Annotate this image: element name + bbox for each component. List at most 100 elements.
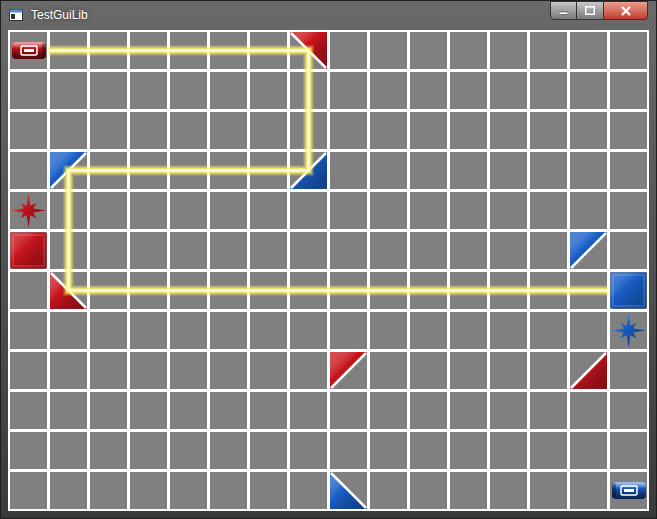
board-cell[interactable] [130, 192, 167, 229]
minimize-button[interactable] [550, 1, 577, 20]
board-cell[interactable] [90, 152, 127, 189]
board-cell[interactable] [410, 152, 447, 189]
mirror-icon[interactable] [330, 352, 367, 389]
board-cell[interactable] [610, 232, 647, 269]
board-cell[interactable] [410, 312, 447, 349]
board-cell[interactable] [410, 472, 447, 509]
board-cell[interactable] [410, 392, 447, 429]
board-cell[interactable] [170, 432, 207, 469]
board-cell[interactable] [170, 72, 207, 109]
board-cell[interactable] [250, 472, 287, 509]
board-cell[interactable] [210, 32, 247, 69]
board-cell[interactable] [130, 312, 167, 349]
board-cell[interactable] [50, 32, 87, 69]
board-cell[interactable] [250, 232, 287, 269]
board-cell[interactable] [450, 272, 487, 309]
board-cell[interactable] [570, 192, 607, 229]
board-cell[interactable] [170, 152, 207, 189]
board-cell[interactable] [370, 432, 407, 469]
board-cell[interactable] [530, 472, 567, 509]
board-cell[interactable] [570, 472, 607, 509]
board-cell[interactable] [130, 352, 167, 389]
board-cell[interactable] [410, 72, 447, 109]
board-cell[interactable] [450, 192, 487, 229]
board-cell[interactable] [410, 432, 447, 469]
board-cell[interactable] [250, 312, 287, 349]
board-cell[interactable] [370, 352, 407, 389]
board-cell[interactable] [50, 352, 87, 389]
laser-emitter-icon[interactable] [10, 32, 47, 69]
board-cell[interactable] [570, 392, 607, 429]
board-cell[interactable] [170, 272, 207, 309]
board-cell[interactable] [170, 472, 207, 509]
board-cell[interactable] [50, 72, 87, 109]
board-cell[interactable] [130, 112, 167, 149]
board-cell[interactable] [370, 32, 407, 69]
board-cell[interactable] [210, 152, 247, 189]
board-cell[interactable] [10, 32, 47, 69]
laser-emitter-icon[interactable] [610, 472, 647, 509]
board-cell[interactable] [450, 112, 487, 149]
board-cell[interactable] [290, 72, 327, 109]
board-cell[interactable] [490, 192, 527, 229]
board-cell[interactable] [250, 392, 287, 429]
board-cell[interactable] [170, 352, 207, 389]
board-cell[interactable] [370, 472, 407, 509]
board-cell[interactable] [170, 112, 207, 149]
board-cell[interactable] [330, 192, 367, 229]
board-cell[interactable] [490, 472, 527, 509]
board-cell[interactable] [170, 392, 207, 429]
board-cell[interactable] [330, 232, 367, 269]
board-cell[interactable] [10, 392, 47, 429]
mirror-icon[interactable] [570, 232, 607, 269]
board-cell[interactable] [50, 472, 87, 509]
board-cell[interactable] [250, 432, 287, 469]
board-cell[interactable] [170, 232, 207, 269]
board-cell[interactable] [210, 472, 247, 509]
board-cell[interactable] [570, 272, 607, 309]
board-cell[interactable] [450, 32, 487, 69]
board-cell[interactable] [10, 72, 47, 109]
board-cell[interactable] [290, 112, 327, 149]
mirror-icon[interactable] [570, 352, 607, 389]
board-cell[interactable] [490, 392, 527, 429]
board-cell[interactable] [130, 72, 167, 109]
board-cell[interactable] [570, 232, 607, 269]
board-cell[interactable] [610, 472, 647, 509]
board-cell[interactable] [570, 112, 607, 149]
board-cell[interactable] [370, 192, 407, 229]
board-cell[interactable] [250, 352, 287, 389]
board-cell[interactable] [530, 312, 567, 349]
board-cell[interactable] [250, 112, 287, 149]
board-cell[interactable] [50, 152, 87, 189]
board-cell[interactable] [530, 72, 567, 109]
board-cell[interactable] [530, 272, 567, 309]
board-cell[interactable] [570, 152, 607, 189]
board-cell[interactable] [170, 312, 207, 349]
board-cell[interactable] [450, 312, 487, 349]
board-cell[interactable] [450, 232, 487, 269]
board-cell[interactable] [210, 112, 247, 149]
board-cell[interactable] [290, 352, 327, 389]
board-cell[interactable] [330, 352, 367, 389]
board-cell[interactable] [450, 472, 487, 509]
board-cell[interactable] [530, 352, 567, 389]
board-cell[interactable] [450, 352, 487, 389]
board-cell[interactable] [10, 112, 47, 149]
board-cell[interactable] [610, 192, 647, 229]
board-cell[interactable] [90, 32, 127, 69]
board-cell[interactable] [610, 112, 647, 149]
board-cell[interactable] [410, 192, 447, 229]
board-cell[interactable] [90, 112, 127, 149]
board-cell[interactable] [370, 112, 407, 149]
board-cell[interactable] [290, 32, 327, 69]
board-cell[interactable] [530, 232, 567, 269]
board-cell[interactable] [90, 312, 127, 349]
board-cell[interactable] [610, 392, 647, 429]
board-cell[interactable] [490, 312, 527, 349]
board-cell[interactable] [330, 472, 367, 509]
mirror-icon[interactable] [330, 472, 367, 509]
maximize-button[interactable] [577, 1, 603, 20]
board-cell[interactable] [210, 272, 247, 309]
board-cell[interactable] [490, 272, 527, 309]
